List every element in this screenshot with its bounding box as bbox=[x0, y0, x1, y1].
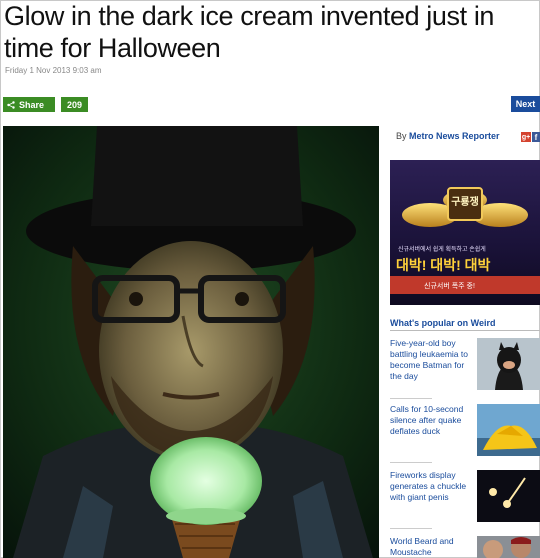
popular-separator bbox=[390, 462, 432, 463]
ad-badge-text: 구룡쟁 bbox=[451, 197, 479, 208]
google-plus-icon[interactable]: g+ bbox=[521, 132, 531, 142]
headline-line-2: time for Halloween bbox=[4, 33, 221, 63]
popular-separator bbox=[390, 528, 432, 529]
next-article-button[interactable]: Next bbox=[511, 96, 540, 112]
popular-item-link[interactable]: Calls for 10-second silence after quake … bbox=[390, 404, 472, 437]
advertisement-banner[interactable]: 구룡쟁 신규서버에서 쉽게 획득하고 손쉽게 대박! 대박! 대박 신규서버 폭… bbox=[390, 160, 540, 305]
share-icon bbox=[7, 100, 15, 109]
ad-big-text: 대박! 대박! 대박 bbox=[396, 257, 491, 273]
article-dateline: Friday 1 Nov 2013 9:03 am bbox=[5, 66, 102, 75]
share-button[interactable]: Share bbox=[3, 97, 55, 112]
popular-separator bbox=[390, 398, 432, 399]
popular-divider bbox=[390, 330, 540, 331]
ad-bottom-text: 신규서버 폭주 중! bbox=[424, 283, 475, 290]
share-label: Share bbox=[19, 99, 45, 110]
popular-item-link[interactable]: World Beard and Moustache bbox=[390, 536, 472, 558]
popular-section-title: What's popular on Weird bbox=[390, 318, 496, 328]
byline-prefix: By bbox=[396, 131, 407, 141]
popular-item[interactable]: Calls for 10-second silence after quake … bbox=[390, 404, 540, 460]
deflated-duck-thumbnail[interactable] bbox=[477, 404, 540, 456]
byline-author[interactable]: Metro News Reporter bbox=[409, 131, 500, 141]
popular-item[interactable]: Fireworks display generates a chuckle wi… bbox=[390, 470, 540, 526]
man-with-glowing-ice-cream-image bbox=[3, 126, 379, 558]
popular-item-link[interactable]: Fireworks display generates a chuckle wi… bbox=[390, 470, 472, 503]
fireworks-thumbnail[interactable] bbox=[477, 470, 540, 522]
popular-item[interactable]: Five-year-old boy battling leukaemia to … bbox=[390, 338, 540, 394]
batman-kid-thumbnail[interactable] bbox=[477, 338, 540, 390]
beards-thumbnail[interactable] bbox=[477, 536, 540, 558]
ad-subtitle: 신규서버에서 쉽게 획득하고 손쉽게 bbox=[398, 247, 486, 253]
popular-item[interactable]: World Beard and Moustache bbox=[390, 536, 540, 558]
byline: By Metro News Reporter bbox=[396, 131, 500, 141]
facebook-icon[interactable]: f bbox=[532, 132, 540, 142]
share-count-badge: 209 bbox=[61, 97, 88, 112]
popular-item-link[interactable]: Five-year-old boy battling leukaemia to … bbox=[390, 338, 472, 382]
article-photo bbox=[3, 126, 379, 558]
headline-line-1: Glow in the dark ice cream invented just… bbox=[4, 1, 495, 31]
article-headline: Glow in the dark ice cream invented just… bbox=[4, 0, 540, 64]
